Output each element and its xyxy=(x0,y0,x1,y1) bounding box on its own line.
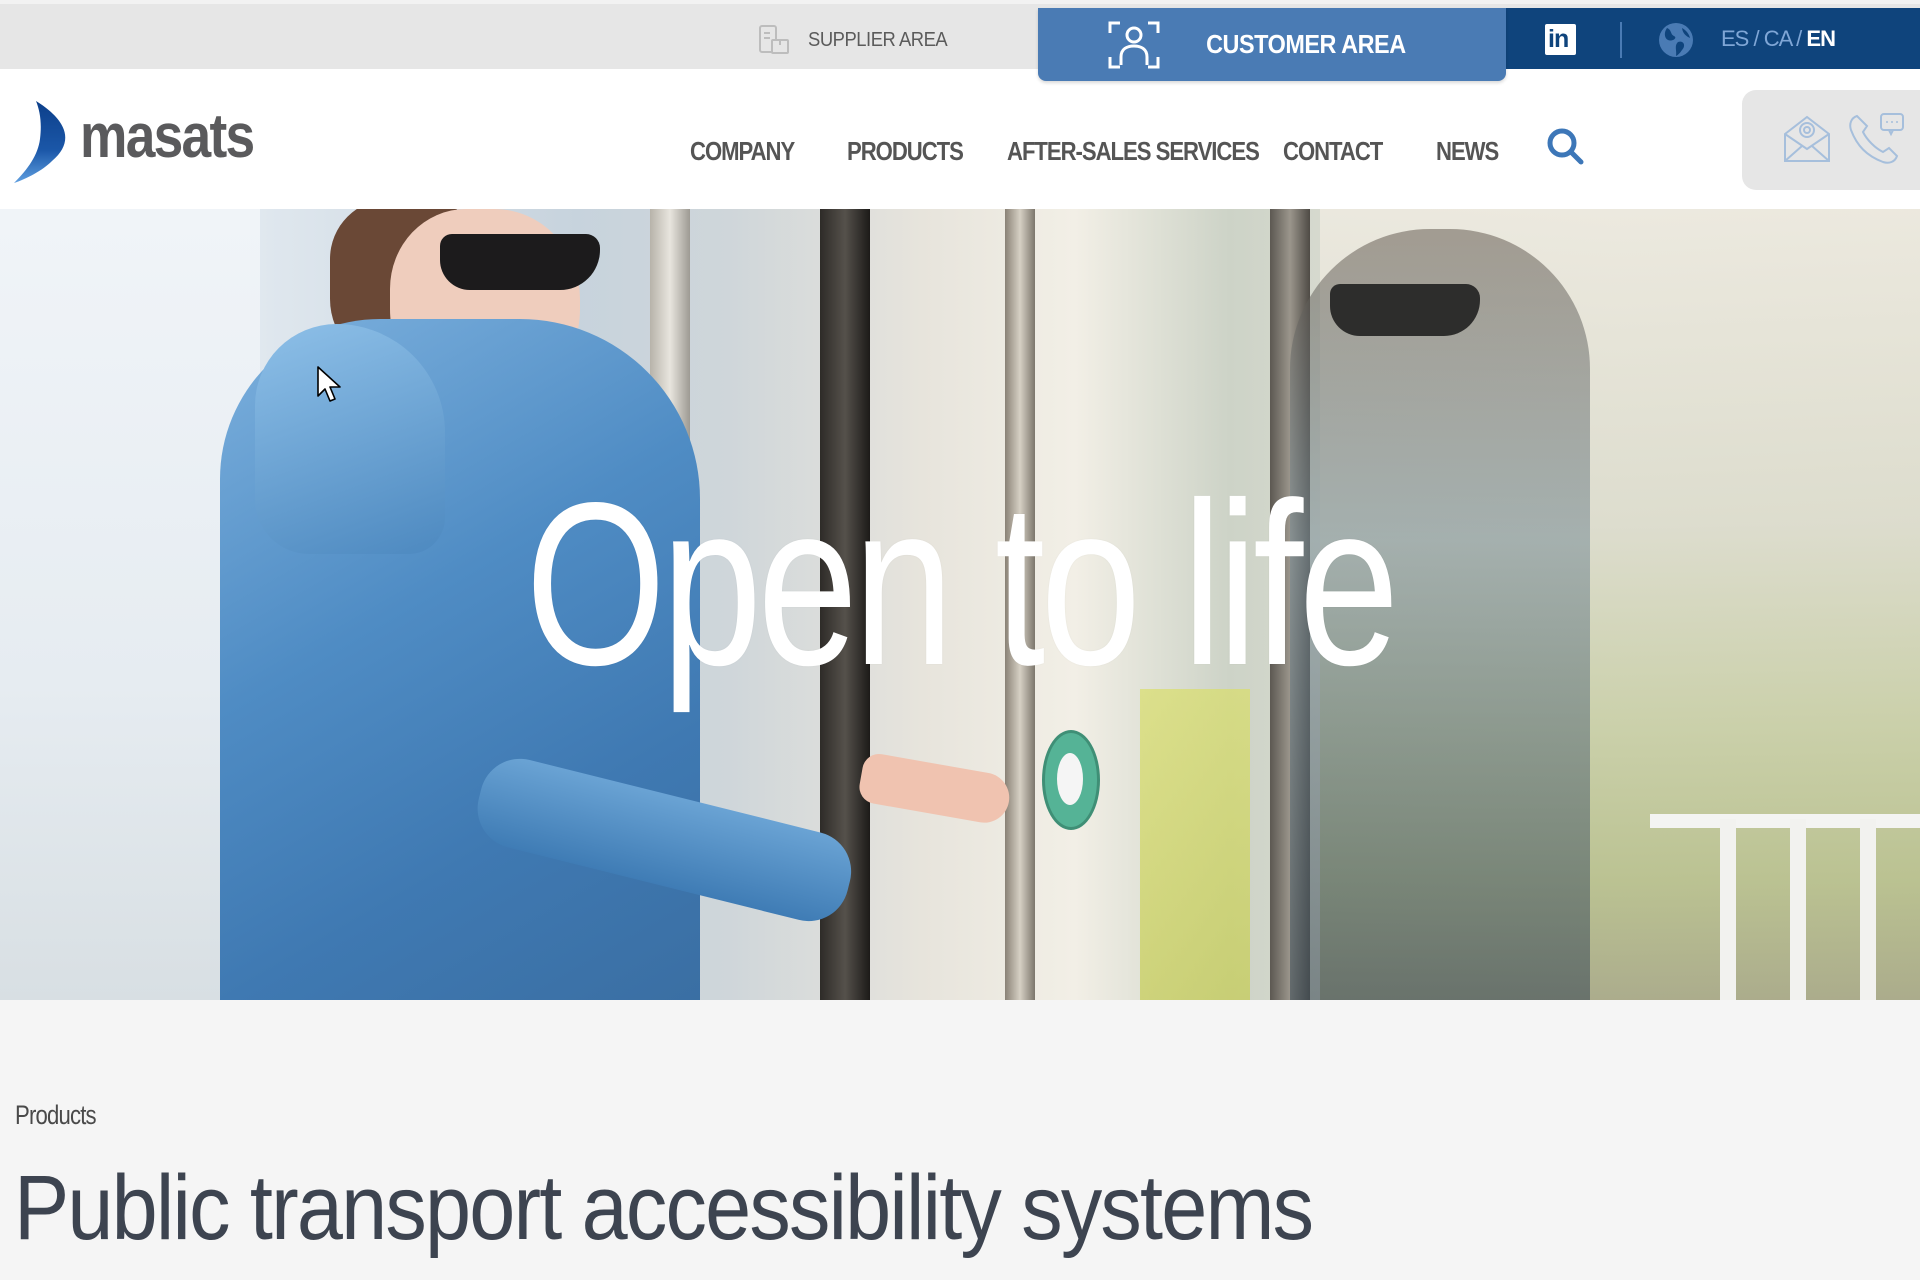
top-bar: SUPPLIER AREA CUSTOMER AREA in ES / CA /… xyxy=(0,0,1920,81)
supplier-area-label: SUPPLIER AREA xyxy=(808,28,948,51)
logo-crescent-icon xyxy=(14,101,66,183)
content-section: Products Public transport accessibility … xyxy=(0,1000,1920,1280)
railing-post xyxy=(1720,819,1736,1000)
hero-title: Open to life xyxy=(525,455,1399,714)
logo-text: masats xyxy=(80,102,255,171)
contact-quick-panel xyxy=(1742,90,1920,190)
nav-contact[interactable]: CONTACT xyxy=(1283,136,1383,167)
language-switcher: ES / CA / EN xyxy=(1721,26,1836,52)
user-scan-icon xyxy=(1108,21,1160,68)
globe-icon[interactable] xyxy=(1658,22,1694,58)
lang-es[interactable]: ES xyxy=(1721,26,1749,51)
woman-hand xyxy=(856,751,1014,827)
nav-after-sales-services[interactable]: AFTER-SALES SERVICES xyxy=(1007,136,1260,167)
breadcrumb-products[interactable]: Products xyxy=(15,1100,97,1131)
main-header: masats COMPANY PRODUCTS AFTER-SALES SERV… xyxy=(0,69,1920,209)
masats-logo[interactable]: masats xyxy=(12,99,272,185)
divider xyxy=(1620,22,1622,58)
woman-sunglasses xyxy=(440,234,600,290)
mouse-cursor-icon xyxy=(317,366,341,402)
page-title: Public transport accessibility systems xyxy=(14,1157,1314,1259)
nav-company[interactable]: COMPANY xyxy=(690,136,795,167)
page: SUPPLIER AREA CUSTOMER AREA in ES / CA /… xyxy=(0,0,1920,1280)
nav-products[interactable]: PRODUCTS xyxy=(847,136,964,167)
lang-en[interactable]: EN xyxy=(1806,26,1836,51)
customer-area-label: CUSTOMER AREA xyxy=(1206,29,1406,59)
door-open-button xyxy=(1042,730,1100,830)
search-icon[interactable] xyxy=(1545,126,1585,166)
railing xyxy=(1650,814,1920,828)
lang-separator: / xyxy=(1748,26,1764,51)
railing-post xyxy=(1860,819,1876,1000)
linkedin-icon[interactable]: in xyxy=(1545,24,1576,55)
envelope-at-icon[interactable] xyxy=(1782,114,1832,164)
railing-post xyxy=(1790,819,1806,1000)
supplier-document-box-icon xyxy=(759,25,789,54)
phone-chat-icon[interactable] xyxy=(1847,112,1905,166)
nav-news[interactable]: NEWS xyxy=(1436,136,1499,167)
supplier-area-link[interactable]: SUPPLIER AREA xyxy=(758,24,959,56)
lang-ca[interactable]: CA xyxy=(1764,26,1792,51)
reflection-glasses xyxy=(1330,284,1480,336)
customer-area-button[interactable]: CUSTOMER AREA xyxy=(1038,8,1506,81)
hero-banner: Open to life xyxy=(0,209,1920,1000)
lang-separator: / xyxy=(1791,26,1807,51)
door-panel xyxy=(1140,689,1250,1000)
